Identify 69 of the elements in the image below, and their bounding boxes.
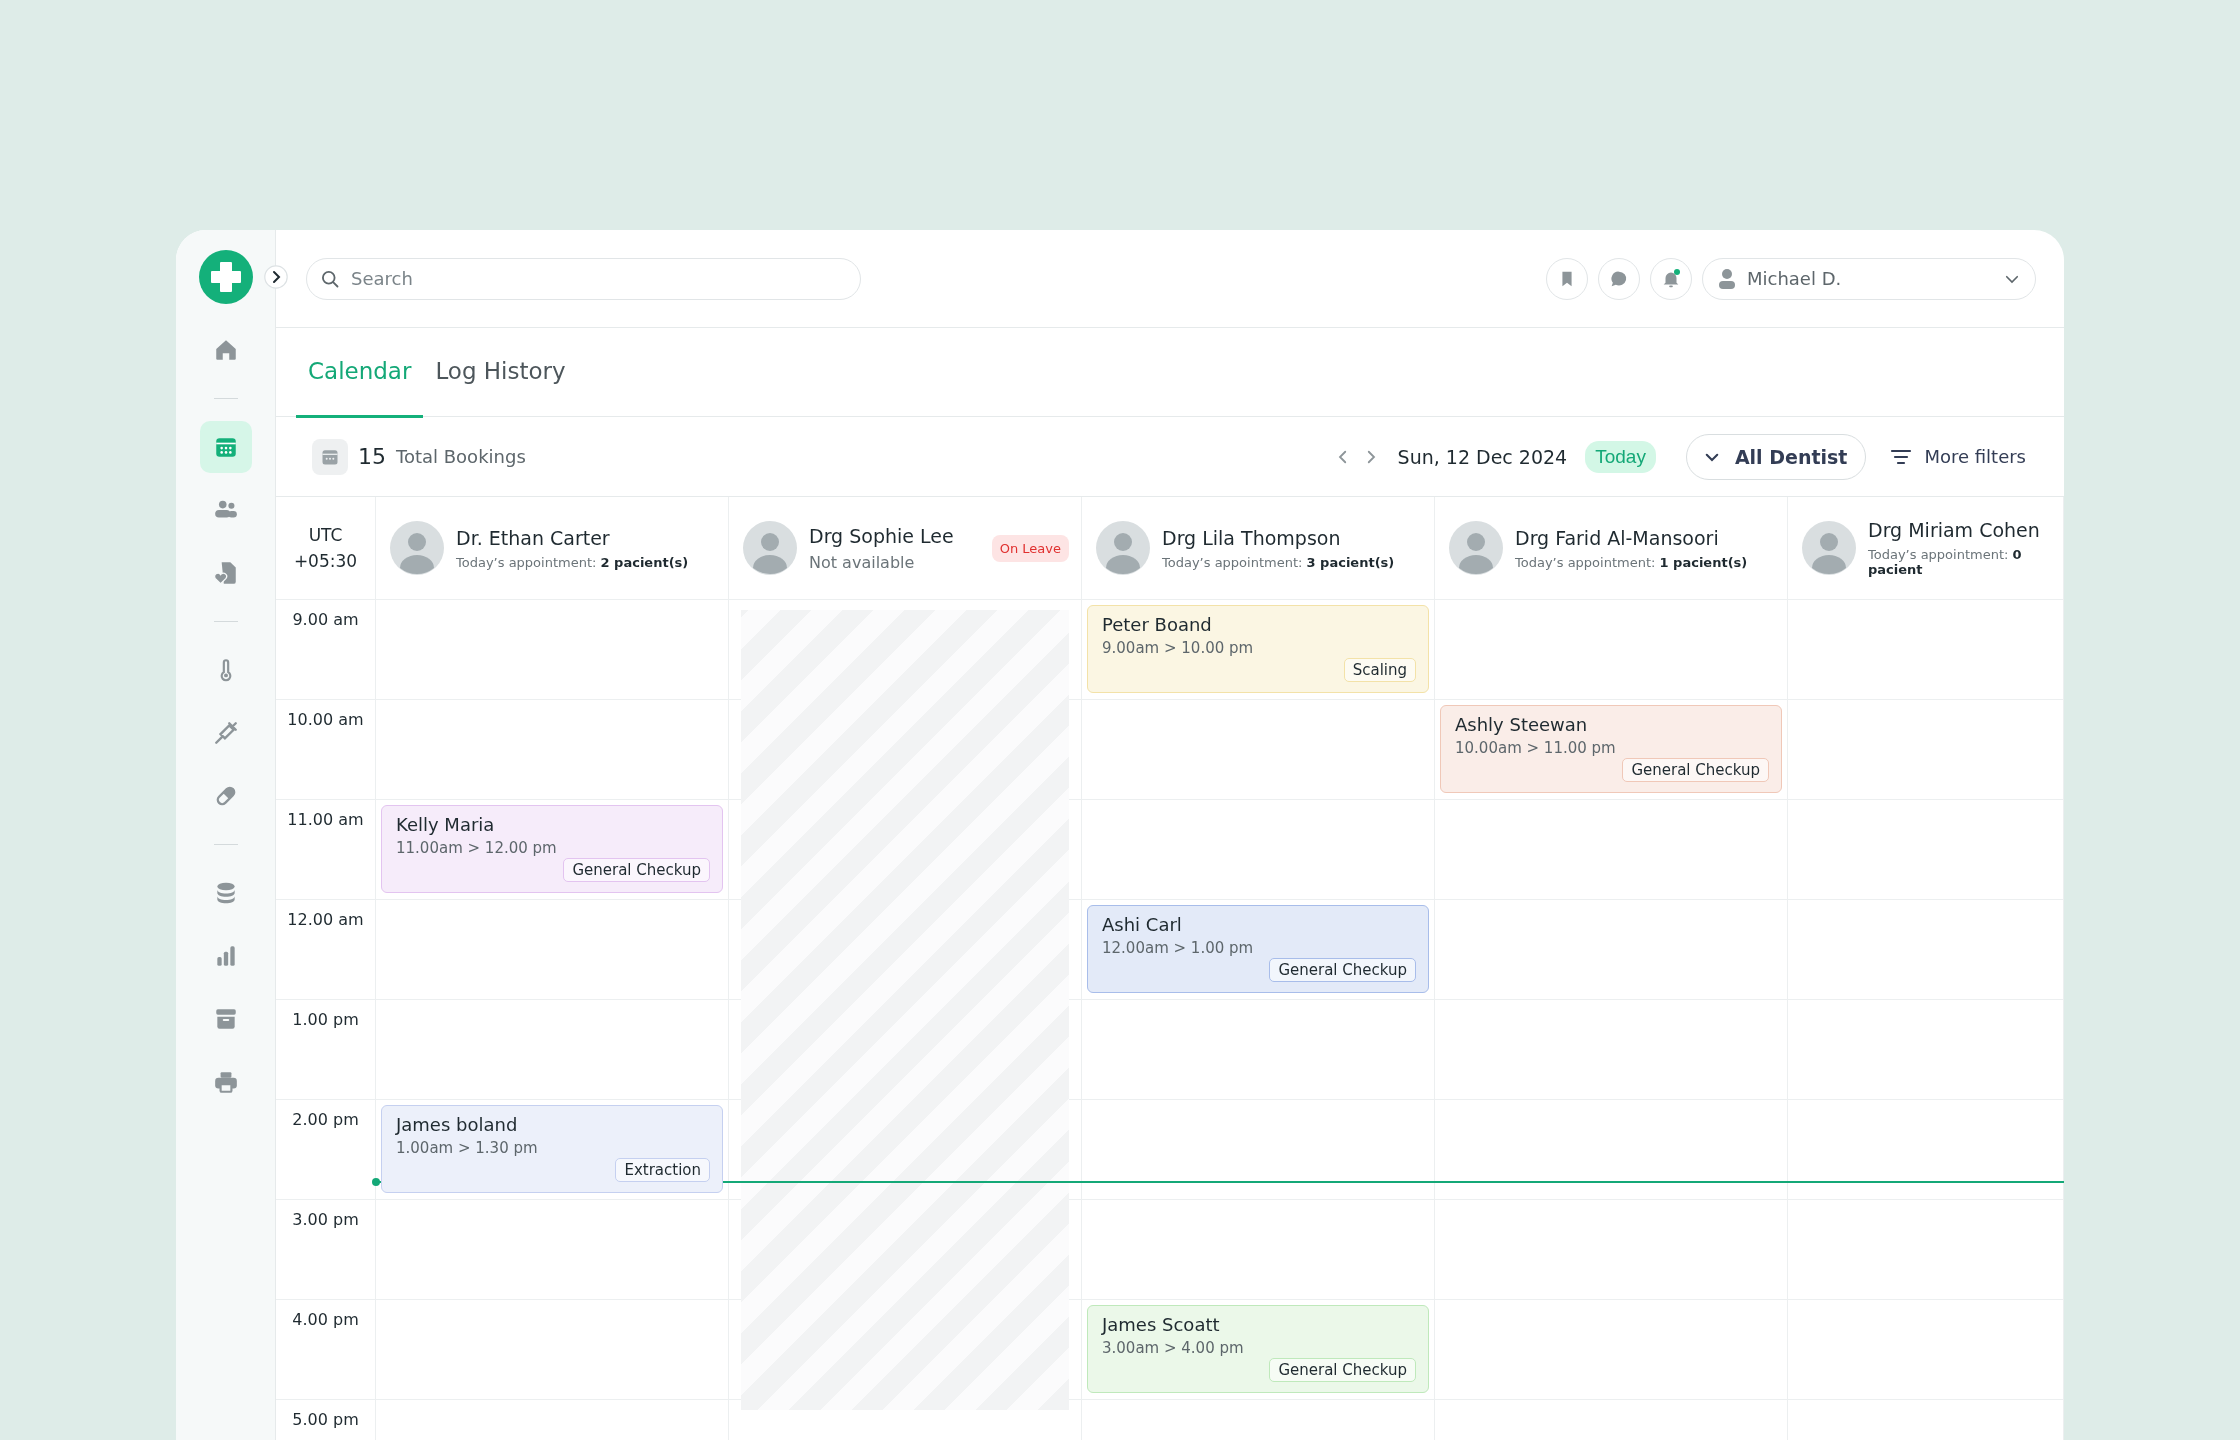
doctor-name: Dr. Ethan Carter bbox=[456, 526, 611, 549]
syringe-icon bbox=[212, 720, 239, 746]
appointment-time: 11.00am > 12.00 pm bbox=[396, 839, 558, 857]
appointment-time: 12.00am > 1.00 pm bbox=[1102, 939, 1255, 957]
current-date: Sun, 12 Dec 2024 bbox=[1397, 445, 1568, 468]
hour-label: 1.00 pm bbox=[292, 1010, 359, 1029]
appointment-card[interactable]: James Scoatt 3.00am > 4.00 pm General Checkup bbox=[1087, 1305, 1429, 1393]
on-leave-badge: On Leave bbox=[991, 534, 1069, 562]
tab[interactable]: Log History bbox=[423, 328, 578, 418]
doctor-status: Not available bbox=[809, 552, 916, 572]
hour-label: 9.00 am bbox=[292, 610, 359, 629]
hour-label: 11.00 am bbox=[287, 810, 364, 829]
timezone-offset: +05:30 bbox=[293, 551, 358, 571]
appointment-card[interactable]: Ashi Carl 12.00am > 1.00 pm General Checkup bbox=[1087, 905, 1429, 993]
chat-button[interactable] bbox=[1598, 257, 1640, 300]
patient-name: Kelly Maria bbox=[396, 814, 496, 835]
patient-name: James boland bbox=[396, 1114, 519, 1135]
patient-name: Peter Boand bbox=[1102, 614, 1213, 635]
treatment-tag: General Checkup bbox=[1269, 958, 1416, 982]
hour-label: 5.00 pm bbox=[292, 1410, 359, 1429]
treatment-tag: General Checkup bbox=[1269, 1358, 1416, 1382]
dentist-filter[interactable]: All Dentist bbox=[1685, 433, 1867, 480]
search-field[interactable]: Search bbox=[306, 257, 861, 300]
doctor-name: Drg Miriam Cohen bbox=[1868, 519, 2041, 541]
treatment-tag: General Checkup bbox=[1622, 758, 1769, 782]
doctor-name: Drg Farid Al-Mansoori bbox=[1515, 526, 1720, 549]
total-label: Total Bookings bbox=[396, 446, 526, 467]
person-icon bbox=[1717, 267, 1737, 290]
appointment-count: Today’s appointment: 1 pacient(s) bbox=[1515, 554, 1749, 570]
appointment-time: 9.00am > 10.00 pm bbox=[1102, 639, 1255, 657]
treatment-tag: Scaling bbox=[1343, 658, 1416, 682]
treatment-tag: General Checkup bbox=[563, 858, 710, 882]
bell-button[interactable] bbox=[1650, 257, 1692, 300]
user-menu[interactable]: Michael D. bbox=[1702, 257, 2036, 300]
total-count: 15 bbox=[358, 444, 386, 469]
avatar-icon bbox=[743, 521, 797, 575]
appointment-card[interactable]: Ashly Steewan 10.00am > 11.00 pm General Checkup bbox=[1440, 705, 1782, 793]
hour-label: 3.00 pm bbox=[292, 1210, 359, 1229]
appointment-count: Today’s appointment: 3 pacient(s) bbox=[1162, 554, 1396, 570]
records-icon bbox=[212, 560, 239, 586]
doctor-name: Drg Sophie Lee bbox=[809, 524, 955, 547]
chevron-right-icon[interactable] bbox=[264, 265, 288, 289]
patient-name: Ashi Carl bbox=[1102, 914, 1183, 935]
bookmark-button[interactable] bbox=[1546, 257, 1588, 300]
hour-label: 10.00 am bbox=[287, 710, 364, 729]
hour-label: 2.00 pm bbox=[292, 1110, 359, 1129]
cross-logo-icon bbox=[198, 250, 253, 304]
appointment-card[interactable]: Peter Boand 9.00am > 10.00 pm Scaling bbox=[1087, 605, 1429, 693]
patient-name: James Scoatt bbox=[1102, 1314, 1221, 1335]
avatar-icon bbox=[1096, 521, 1150, 575]
sidebar-item[interactable] bbox=[199, 421, 252, 473]
appointment-count: Today’s appointment: 2 pacient(s) bbox=[456, 554, 690, 570]
avatar-icon bbox=[390, 521, 444, 575]
patient-name: Ashly Steewan bbox=[1455, 714, 1589, 735]
timezone-label: UTC bbox=[308, 525, 343, 545]
appointment-card[interactable]: Kelly Maria 11.00am > 12.00 pm General Checkup bbox=[381, 805, 723, 893]
printer-icon bbox=[212, 1069, 239, 1095]
appointment-count: Today’s appointment: 0 pacient bbox=[1868, 547, 2023, 577]
search-icon bbox=[320, 268, 340, 289]
hour-label: 12.00 am bbox=[287, 910, 364, 929]
avatar-icon bbox=[1802, 521, 1856, 575]
treatment-tag: Extraction bbox=[615, 1158, 710, 1182]
avatar-icon bbox=[1449, 521, 1503, 575]
appointment-time: 3.00am > 4.00 pm bbox=[1102, 1339, 1245, 1357]
hour-label: 4.00 pm bbox=[292, 1310, 359, 1329]
appointment-time: 10.00am > 11.00 pm bbox=[1455, 739, 1617, 757]
appointment-time: 1.00am > 1.30 pm bbox=[396, 1139, 539, 1157]
appointment-card[interactable]: James boland 1.00am > 1.30 pm Extraction bbox=[381, 1105, 723, 1193]
doctor-name: Drg Lila Thompson bbox=[1162, 526, 1342, 549]
